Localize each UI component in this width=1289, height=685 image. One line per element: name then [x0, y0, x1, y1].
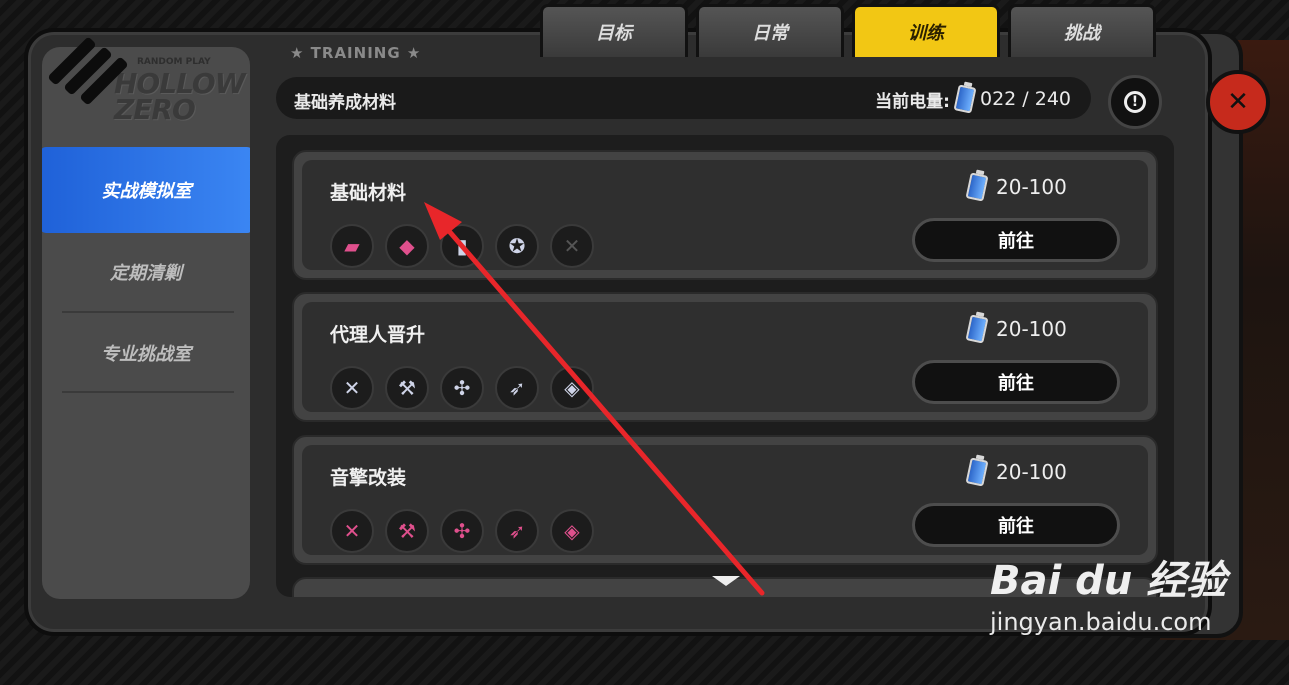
watermark: Bai du 经验 jingyan.baidu.com	[990, 548, 1226, 636]
watermark-brand: Bai du 经验	[990, 558, 1227, 604]
watermark-url: jingyan.baidu.com	[990, 608, 1212, 636]
